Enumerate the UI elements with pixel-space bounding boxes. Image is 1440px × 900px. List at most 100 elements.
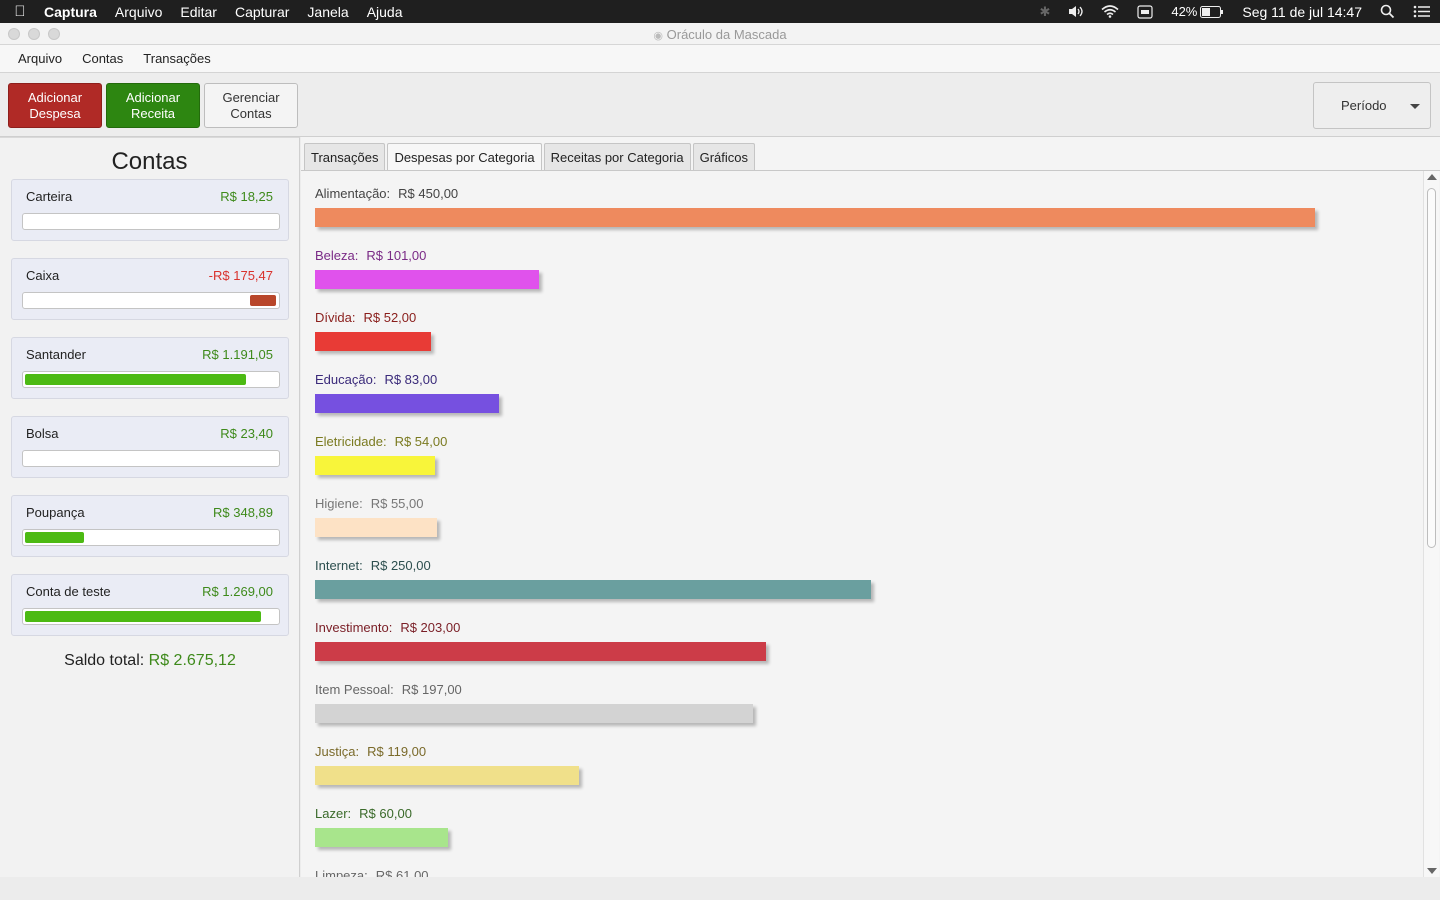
tab-despesas-por-categoria[interactable]: Despesas por Categoria [387,143,542,170]
category-bar [315,208,1315,227]
period-dropdown[interactable]: Período [1313,82,1431,129]
category-row: Justiça: R$ 119,00 [315,744,579,785]
category-separator: : [355,744,360,759]
category-value: R$ 61,00 [375,868,429,877]
category-name: Educação [315,372,373,387]
battery-percent: 42% [1171,4,1198,19]
category-label: Item Pessoal: R$ 197,00 [315,682,753,700]
category-label: Dívida: R$ 52,00 [315,310,431,328]
category-name: Lazer [315,806,348,821]
category-name: Alimentação [315,186,387,201]
account-balance: R$ 1.269,00 [202,584,273,599]
category-separator: : [354,248,359,263]
wifi-icon[interactable] [1092,5,1128,18]
menu-janela[interactable]: Janela [298,4,357,20]
category-separator: : [386,186,391,201]
macos-menu-bar:  Captura Arquivo Editar Capturar Janela… [0,0,1440,23]
total-balance: Saldo total: R$ 2.675,12 [0,652,300,670]
account-balance-bar-fill [25,374,246,385]
account-balance-bar-fill [25,611,261,622]
app-menu-contas[interactable]: Contas [72,51,133,66]
category-value: R$ 250,00 [370,558,431,573]
tab-bar: Transações Despesas por Categoria Receitas… [304,143,757,170]
category-value: R$ 101,00 [366,248,427,263]
menu-editar[interactable]: Editar [171,4,226,20]
spotlight-search-icon[interactable] [1371,4,1404,19]
app-menu-transacoes[interactable]: Transações [133,51,220,66]
category-label: Eletricidade: R$ 54,00 [315,434,447,452]
category-bar [315,704,753,723]
category-separator: : [388,620,393,635]
category-row: Limpeza: R$ 61,00 [315,868,451,877]
category-row: Internet: R$ 250,00 [315,558,871,599]
menu-app-name[interactable]: Captura [40,4,106,20]
category-label: Educação: R$ 83,00 [315,372,499,390]
clock[interactable]: Seg 11 de jul 14:47 [1233,4,1371,20]
main-panel: Transações Despesas por Categoria Receitas… [301,137,1440,877]
account-balance-bar [22,450,280,467]
account-balance-bar [22,213,280,230]
category-label: Internet: R$ 250,00 [315,558,871,576]
battery-icon[interactable] [1200,5,1233,18]
category-label: Beleza: R$ 101,00 [315,248,539,266]
account-balance-bar-fill [250,295,276,306]
tab-transacoes[interactable]: Transações [304,143,386,170]
scrollbar-thumb[interactable] [1427,188,1436,548]
tab-receitas-por-categoria[interactable]: Receitas por Categoria [543,143,691,170]
add-expense-button[interactable]: Adicionar Despesa [8,83,102,128]
vertical-scrollbar[interactable] [1423,171,1439,877]
category-label: Justiça: R$ 119,00 [315,744,579,762]
account-card[interactable]: Carteira R$ 18,25 [11,179,289,241]
account-card[interactable]: Poupança R$ 348,89 [11,495,289,557]
volume-icon[interactable] [1059,5,1092,18]
account-balance-bar [22,371,280,388]
category-bar [315,766,579,785]
chevron-down-icon [1410,104,1420,109]
account-balance-bar [22,608,280,625]
tab-graficos[interactable]: Gráficos [692,143,756,170]
account-name: Bolsa [26,426,59,441]
category-separator: : [351,310,356,325]
manage-accounts-button[interactable]: Gerenciar Contas [204,83,298,128]
total-balance-label: Saldo total: [64,652,145,669]
category-value: R$ 55,00 [370,496,424,511]
scroll-up-icon[interactable] [1427,174,1437,180]
account-card[interactable]: Conta de teste R$ 1.269,00 [11,574,289,636]
account-name: Conta de teste [26,584,111,599]
account-card[interactable]: Caixa -R$ 175,47 [11,258,289,320]
bluetooth-icon[interactable]: ✱ [1030,4,1059,20]
account-card[interactable]: Bolsa R$ 23,40 [11,416,289,478]
account-balance: R$ 348,89 [213,505,273,520]
apple-logo-icon[interactable]:  [0,3,40,20]
menu-capturar[interactable]: Capturar [226,4,298,20]
notification-center-icon[interactable] [1404,5,1440,18]
account-name: Santander [26,347,86,362]
account-card[interactable]: Santander R$ 1.191,05 [11,337,289,399]
window-title-text: Oráculo da Mascada [666,27,787,42]
toolbar: Adicionar Despesa Adicionar Receita Gere… [0,73,1440,137]
menu-arquivo[interactable]: Arquivo [106,4,171,20]
category-bar [315,456,435,475]
account-balance: R$ 23,40 [220,426,273,441]
scroll-down-icon[interactable] [1427,868,1437,874]
category-separator: : [372,372,377,387]
menu-ajuda[interactable]: Ajuda [358,4,412,20]
category-value: R$ 450,00 [398,186,459,201]
app-menu-arquivo[interactable]: Arquivo [8,51,72,66]
category-bar [315,332,431,351]
category-name: Eletricidade [315,434,383,449]
add-income-button[interactable]: Adicionar Receita [106,83,200,128]
input-source-icon[interactable] [1128,4,1162,19]
category-bar [315,394,499,413]
category-row: Lazer: R$ 60,00 [315,806,448,847]
category-row: Item Pessoal: R$ 197,00 [315,682,753,723]
window-titlebar: ◉ Oráculo da Mascada [0,23,1440,45]
category-name: Justiça [315,744,356,759]
category-value: R$ 52,00 [363,310,417,325]
category-bar [315,642,766,661]
category-separator: : [347,806,352,821]
category-label: Investimento: R$ 203,00 [315,620,766,638]
category-row: Dívida: R$ 52,00 [315,310,431,351]
app-document-icon: ◉ [653,30,664,42]
category-separator: : [364,868,368,877]
